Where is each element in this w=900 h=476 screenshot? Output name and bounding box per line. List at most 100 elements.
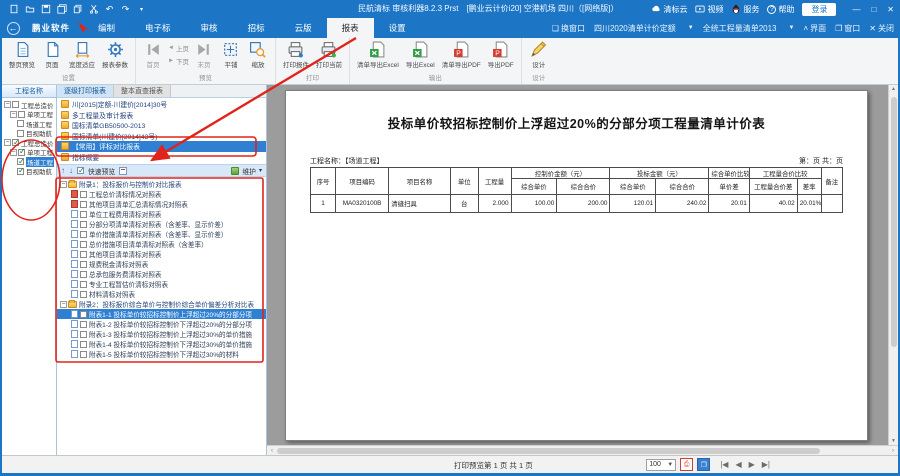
report-checklist-item[interactable]: − 附录1：投标报价与控制价对比报表: [57, 179, 266, 189]
report-checklist-item[interactable]: − 其他项目清单汇总清标情况对照表: [57, 199, 266, 209]
move-up-icon[interactable]: ↑: [61, 167, 65, 175]
report-checklist-item[interactable]: − 附表1-4 投标单价较招标控制价下浮超过30%的单价措施: [57, 339, 266, 349]
tree-node-visual-aids[interactable]: 目视助航: [2, 129, 56, 139]
export-excel-button[interactable]: 导出Excel: [404, 39, 437, 69]
pan-button[interactable]: 平铺: [219, 39, 243, 69]
report-checkbox[interactable]: [80, 291, 87, 298]
report-checkbox[interactable]: [80, 341, 87, 348]
tree-checkbox[interactable]: [18, 111, 25, 118]
tree-checkbox-checked[interactable]: [12, 139, 19, 146]
export-pdf-button[interactable]: P 导出PDF: [486, 39, 516, 69]
app-menu-button[interactable]: 鹏业软件: [24, 18, 83, 38]
tree-checkbox[interactable]: [17, 130, 24, 137]
quota-standard-select[interactable]: 四川2020清单计价定额▼: [594, 23, 694, 34]
menu-tab[interactable]: 审核: [186, 18, 233, 38]
tree-node-project-total[interactable]: −工程总造价: [2, 100, 56, 110]
report-checklist-item[interactable]: − 分部分项清单清标对照表（含差率、显示价差）: [57, 219, 266, 229]
report-checkbox[interactable]: [80, 241, 87, 248]
window-menu-button[interactable]: ❐窗口: [835, 23, 860, 34]
report-checkbox[interactable]: [80, 271, 87, 278]
report-checklist-item[interactable]: − 总价措施项目清单清标对照表（含差率）: [57, 239, 266, 249]
report-params-button[interactable]: 报表参数: [100, 39, 130, 69]
save-all-icon[interactable]: [56, 4, 67, 15]
scroll-up-icon[interactable]: ▲: [891, 86, 896, 92]
expand-toggle-icon[interactable]: −: [4, 139, 11, 146]
expand-toggle-icon[interactable]: −: [10, 149, 17, 156]
report-checklist-item[interactable]: − 附表1-3 投标单价较招标控制价上浮超过30%的单价措施: [57, 329, 266, 339]
tree-node-single-project[interactable]: −单项工程: [2, 110, 56, 120]
redo-icon[interactable]: ↷: [120, 4, 131, 15]
export-list-excel-button[interactable]: 清单导出Excel: [355, 39, 401, 69]
cloud-service-button[interactable]: 清标云: [651, 4, 687, 15]
report-panel-tab[interactable]: 整本直查报表: [114, 85, 171, 97]
report-checkbox[interactable]: [80, 321, 87, 328]
report-file-icon[interactable]: [119, 167, 127, 175]
close-preview-icon[interactable]: ⎙: [680, 458, 693, 471]
report-category-item[interactable]: 【常用】评标对比报表: [57, 141, 266, 152]
tree-node-single-project[interactable]: −单项工程: [2, 148, 56, 158]
last-page-button[interactable]: 末页: [192, 39, 216, 69]
print-current-button[interactable]: 打印当前: [314, 39, 344, 69]
help-button[interactable]: ? 帮助: [767, 4, 794, 15]
move-down-icon[interactable]: ↓: [69, 167, 73, 175]
report-checklist-item[interactable]: − 材料清标对照表: [57, 289, 266, 299]
back-button[interactable]: ←: [2, 18, 24, 38]
report-category-item[interactable]: 指标概要: [57, 152, 266, 163]
print-report-button[interactable]: 打印报件: [281, 39, 311, 69]
tree-node-pavement-selected[interactable]: 场道工程: [2, 157, 56, 167]
report-checklist-item[interactable]: − 专业工程暂估价清标对照表: [57, 279, 266, 289]
first-page-button[interactable]: 首页: [141, 39, 165, 69]
new-file-icon[interactable]: [8, 4, 19, 15]
save-icon[interactable]: [40, 4, 51, 15]
copy-icon[interactable]: [72, 4, 83, 15]
maximize-button[interactable]: □: [871, 5, 876, 14]
last-page-nav-icon[interactable]: ▶|: [762, 460, 770, 469]
report-checklist-item[interactable]: − 附表1-1 投标单价较招标控制价上浮超过20%的分部分项: [57, 309, 266, 319]
qat-more-icon[interactable]: ▾: [136, 4, 147, 15]
service-button[interactable]: 服务: [731, 4, 759, 15]
tree-node-visual-aids[interactable]: 目视助航: [2, 167, 56, 177]
report-panel-tab[interactable]: 逐级打印报表: [57, 85, 114, 97]
report-checkbox[interactable]: [80, 221, 87, 228]
expand-toggle-icon[interactable]: −: [60, 181, 67, 188]
report-checklist-item[interactable]: − 附录2：投标报价综合单价与控制价综合单价偏差分析对比表: [57, 299, 266, 309]
menu-tab[interactable]: 电子标: [130, 18, 186, 38]
report-checkbox[interactable]: [80, 211, 87, 218]
expand-toggle-icon[interactable]: −: [10, 111, 17, 118]
report-category-item[interactable]: 国标清单(川建价[2014]43号): [57, 131, 266, 142]
report-checkbox[interactable]: [80, 251, 87, 258]
tree-checkbox[interactable]: [12, 101, 19, 108]
open-folder-icon[interactable]: [24, 4, 35, 15]
prev-page-button[interactable]: ◄上页: [168, 43, 189, 53]
first-page-nav-icon[interactable]: |◀: [720, 460, 728, 469]
horizontal-scroll-thumb[interactable]: [277, 448, 820, 454]
tree-checkbox-checked[interactable]: [18, 149, 25, 156]
fit-width-button[interactable]: 宽度适应: [67, 39, 97, 69]
next-page-button[interactable]: ►下页: [168, 56, 189, 66]
tree-node-project-total[interactable]: −工程总造价: [2, 138, 56, 148]
tree-checkbox-checked[interactable]: [17, 158, 24, 165]
scroll-left-icon[interactable]: ‹: [267, 448, 277, 454]
report-checkbox[interactable]: [80, 191, 87, 198]
tree-checkbox[interactable]: [17, 120, 24, 127]
design-button[interactable]: 设计: [527, 39, 551, 69]
menu-tab[interactable]: 云版: [280, 18, 327, 38]
prev-page-nav-icon[interactable]: ◀: [735, 460, 741, 469]
expand-toggle-icon[interactable]: −: [4, 101, 11, 108]
report-checkbox[interactable]: [80, 231, 87, 238]
expand-toggle-icon[interactable]: −: [60, 301, 67, 308]
tree-node-pavement[interactable]: 场道工程: [2, 119, 56, 129]
vertical-scrollbar[interactable]: ▲ ▼: [888, 85, 898, 445]
list-standard-select[interactable]: 全统工程量清单2013▼: [703, 23, 795, 34]
scroll-down-icon[interactable]: ▼: [891, 438, 896, 444]
login-button[interactable]: 登录: [802, 3, 836, 16]
report-checkbox[interactable]: [80, 351, 87, 358]
next-page-nav-icon[interactable]: ▶: [749, 460, 755, 469]
quick-preview-checkbox[interactable]: [77, 167, 84, 174]
switch-window-button[interactable]: ❏换窗口: [552, 23, 585, 34]
tree-checkbox-checked[interactable]: [17, 168, 24, 175]
menu-tab[interactable]: 设置: [374, 18, 421, 38]
report-checkbox[interactable]: [80, 201, 87, 208]
refresh-preview-icon[interactable]: ❐: [697, 458, 710, 471]
menu-tab[interactable]: 报表: [327, 18, 374, 38]
